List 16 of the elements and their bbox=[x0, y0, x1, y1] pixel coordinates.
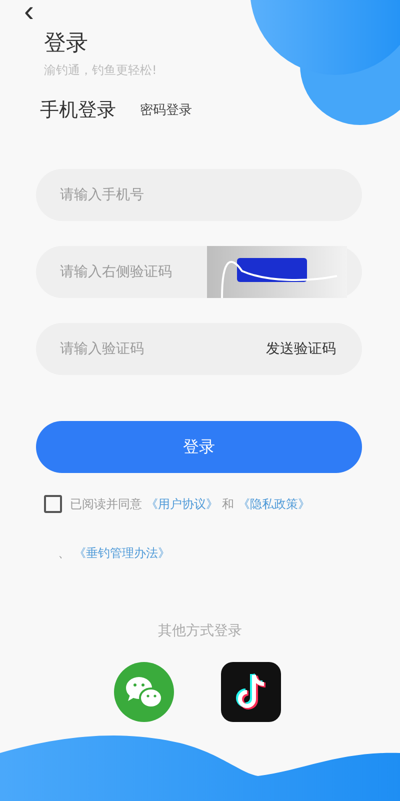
other-login-label: 其他方式登录 bbox=[158, 622, 242, 640]
agreement-text: 、 bbox=[58, 545, 70, 562]
music-note-icon[interactable] bbox=[220, 662, 280, 722]
chat-bubbles-icon[interactable] bbox=[114, 662, 174, 722]
send-code-link[interactable]: 发送验证码 bbox=[266, 340, 336, 358]
login-button[interactable]: 登录 bbox=[36, 421, 362, 473]
input-field[interactable]: 请输入手机号 bbox=[36, 169, 362, 221]
captcha-image[interactable] bbox=[207, 246, 347, 298]
agreement-text: 已阅读并同意 bbox=[70, 496, 142, 512]
page-title: 登录 bbox=[44, 30, 89, 58]
agreement-checkbox[interactable] bbox=[44, 495, 62, 513]
slogan-text: 渝钓通，钓鱼更轻松! bbox=[44, 62, 158, 79]
login-tab[interactable]: 密码登录 bbox=[140, 101, 192, 119]
login-tab[interactable]: 手机登录 bbox=[40, 97, 116, 123]
back-button[interactable]: ‹ bbox=[20, 0, 38, 24]
agreement-text: 和 bbox=[222, 496, 234, 512]
